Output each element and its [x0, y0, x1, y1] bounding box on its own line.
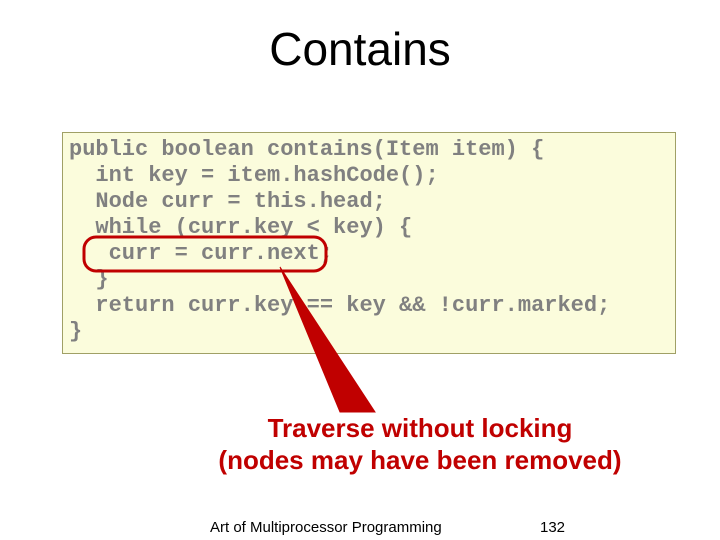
- slide: Contains public boolean contains(Item it…: [0, 22, 720, 540]
- caption-line-1: Traverse without locking: [268, 413, 573, 443]
- code-line-2: int key = item.hashCode();: [69, 163, 439, 188]
- code-line-8: }: [69, 319, 82, 344]
- code-line-5: curr = curr.next;: [69, 241, 333, 266]
- code-line-1: public boolean contains(Item item) {: [69, 137, 544, 162]
- code-line-6: }: [69, 267, 109, 292]
- code-line-7: return curr.key == key && !curr.marked;: [69, 293, 610, 318]
- code-line-3: Node curr = this.head;: [69, 189, 386, 214]
- caption-line-2: (nodes may have been removed): [218, 445, 621, 475]
- code-box: public boolean contains(Item item) { int…: [62, 132, 676, 354]
- slide-title: Contains: [0, 22, 720, 76]
- page-number: 132: [540, 519, 565, 536]
- footer-text: Art of Multiprocessor Programming: [210, 519, 442, 536]
- code-line-4: while (curr.key < key) {: [69, 215, 412, 240]
- caption: Traverse without locking (nodes may have…: [170, 412, 670, 476]
